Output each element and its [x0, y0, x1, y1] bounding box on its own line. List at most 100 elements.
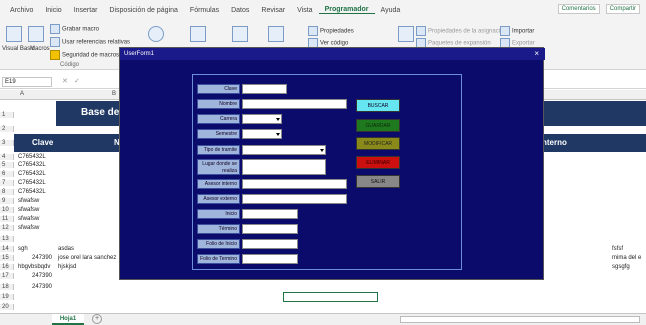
visual-basic-icon[interactable]: [6, 26, 22, 42]
folio-termino-input[interactable]: [242, 254, 298, 264]
row-header-5[interactable]: 5: [0, 162, 14, 168]
confirm-icon[interactable]: ✓: [74, 77, 80, 85]
insert-control-icon[interactable]: [232, 26, 248, 42]
column-header-a[interactable]: A: [20, 91, 24, 97]
tipo-tramite-select[interactable]: [242, 145, 326, 155]
menu-bar: Archivo Inicio Insertar Disposición de p…: [0, 0, 646, 20]
cell-a10[interactable]: sfwafsw: [18, 207, 39, 213]
name-box[interactable]: E19: [2, 77, 52, 87]
add-sheet-icon[interactable]: +: [92, 314, 102, 324]
cell-a12[interactable]: sfwafsw: [18, 225, 39, 231]
import-button[interactable]: Importar: [500, 26, 534, 36]
folio-inicio-input[interactable]: [242, 239, 298, 249]
cell-a11[interactable]: sfwafsw: [18, 216, 39, 222]
relative-refs-button[interactable]: Usar referencias relativas: [50, 37, 130, 47]
column-header-b[interactable]: B: [112, 91, 116, 97]
row-header-7[interactable]: 7: [0, 180, 14, 186]
properties-label: Propiedades: [320, 28, 354, 35]
record-macro-button[interactable]: Grabar macro: [50, 24, 99, 34]
lugar-input[interactable]: [242, 159, 326, 175]
sheet-tab-hoja1[interactable]: Hoja1: [52, 314, 84, 325]
semestre-select[interactable]: [242, 129, 282, 139]
row-header-20[interactable]: 20: [0, 304, 14, 310]
cell-a17[interactable]: 247390: [32, 273, 52, 279]
properties-button[interactable]: Propiedades: [308, 26, 354, 36]
salir-button[interactable]: SALIR: [356, 175, 400, 188]
macros-icon[interactable]: [28, 26, 44, 42]
cell-a8[interactable]: C765432L: [18, 189, 46, 195]
menu-archivo[interactable]: Archivo: [4, 7, 39, 14]
menu-formulas[interactable]: Fórmulas: [184, 7, 225, 14]
row-header-11[interactable]: 11: [0, 216, 14, 222]
cell-a4[interactable]: C765432L: [18, 154, 46, 160]
record-macro-label: Grabar macro: [62, 26, 100, 33]
row-header-6[interactable]: 6: [0, 171, 14, 177]
nombre-input[interactable]: [242, 99, 347, 109]
cancel-icon[interactable]: ✕: [62, 77, 68, 85]
row-header-10[interactable]: 10: [0, 207, 14, 213]
buscar-button[interactable]: BUSCAR: [356, 99, 400, 112]
share-button[interactable]: Compartir: [605, 4, 640, 14]
row-header-9[interactable]: 9: [0, 198, 14, 204]
header-asesor-interno[interactable]: nterno: [542, 138, 567, 147]
asesor-interno-input[interactable]: [242, 179, 347, 189]
menu-revisar[interactable]: Revisar: [255, 7, 291, 14]
termino-input[interactable]: [242, 224, 298, 234]
row-header-16[interactable]: 16: [0, 264, 14, 270]
menu-inicio[interactable]: Inicio: [39, 7, 67, 14]
menu-datos[interactable]: Datos: [225, 7, 255, 14]
modificar-button[interactable]: MODIFICAR: [356, 137, 400, 150]
macro-security-button[interactable]: Seguridad de macros: [50, 50, 119, 60]
com-addins-icon[interactable]: [190, 26, 206, 42]
row-header-2[interactable]: 2: [0, 126, 14, 132]
addins-icon[interactable]: [148, 26, 164, 42]
cell-a14[interactable]: sgh: [18, 246, 28, 252]
row-header-15[interactable]: 15: [0, 255, 14, 261]
cell-a6[interactable]: C765432L: [18, 171, 46, 177]
cell-right-14[interactable]: fsfsf: [612, 246, 623, 252]
cell-a7[interactable]: C765432L: [18, 180, 46, 186]
row-header-12[interactable]: 12: [0, 225, 14, 231]
row-header-4[interactable]: 4: [0, 154, 14, 160]
row-header-14[interactable]: 14: [0, 246, 14, 252]
menu-ayuda[interactable]: Ayuda: [375, 7, 407, 14]
design-mode-icon[interactable]: [268, 26, 284, 42]
cell-a9[interactable]: sfwafsw: [18, 198, 39, 204]
menu-programador[interactable]: Programador: [318, 6, 375, 14]
userform-title[interactable]: UserForm1: [120, 48, 545, 60]
macros-label[interactable]: Macros: [30, 46, 50, 52]
cell-b15[interactable]: jose orel lara sanchez: [58, 255, 116, 261]
row-header-17[interactable]: 17: [0, 273, 14, 279]
row-header-18[interactable]: 18: [0, 284, 14, 290]
close-icon[interactable]: ×: [534, 48, 539, 60]
carrera-select[interactable]: [242, 114, 282, 124]
cell-right-16[interactable]: sgsgfg: [612, 264, 630, 270]
eliminar-button[interactable]: ELIMINAR: [356, 156, 400, 169]
selected-cell[interactable]: [283, 292, 378, 302]
record-icon: [50, 24, 60, 34]
cell-b16[interactable]: hjskjsd: [58, 264, 76, 270]
asesor-externo-input[interactable]: [242, 194, 347, 204]
cell-right-15[interactable]: mima del e: [612, 255, 641, 261]
menu-disposicion[interactable]: Disposición de página: [103, 7, 184, 14]
cell-a5[interactable]: C765432L: [18, 162, 46, 168]
cell-a18[interactable]: 247390: [32, 284, 52, 290]
source-icon[interactable]: [398, 26, 414, 42]
cell-a16[interactable]: hbgvbsbqdv: [18, 264, 50, 270]
row-header-8[interactable]: 8: [0, 189, 14, 195]
cell-a15[interactable]: 247390: [32, 255, 52, 261]
map-properties-button[interactable]: Propiedades de la asignación: [416, 26, 507, 36]
horizontal-scrollbar[interactable]: [400, 316, 640, 323]
inicio-input[interactable]: [242, 209, 298, 219]
row-header-1[interactable]: 1: [0, 112, 14, 118]
header-clave[interactable]: Clave: [32, 138, 53, 147]
menu-vista[interactable]: Vista: [291, 7, 318, 14]
clave-input[interactable]: [242, 84, 287, 94]
menu-insertar[interactable]: Insertar: [68, 7, 104, 14]
comments-button[interactable]: Comentarios: [557, 4, 600, 14]
guardar-button[interactable]: GUARDAR: [356, 119, 400, 132]
row-header-19[interactable]: 19: [0, 294, 14, 300]
cell-b14[interactable]: asdas: [58, 246, 74, 252]
row-header-3[interactable]: 3: [0, 140, 14, 146]
row-header-13[interactable]: 13: [0, 236, 14, 242]
